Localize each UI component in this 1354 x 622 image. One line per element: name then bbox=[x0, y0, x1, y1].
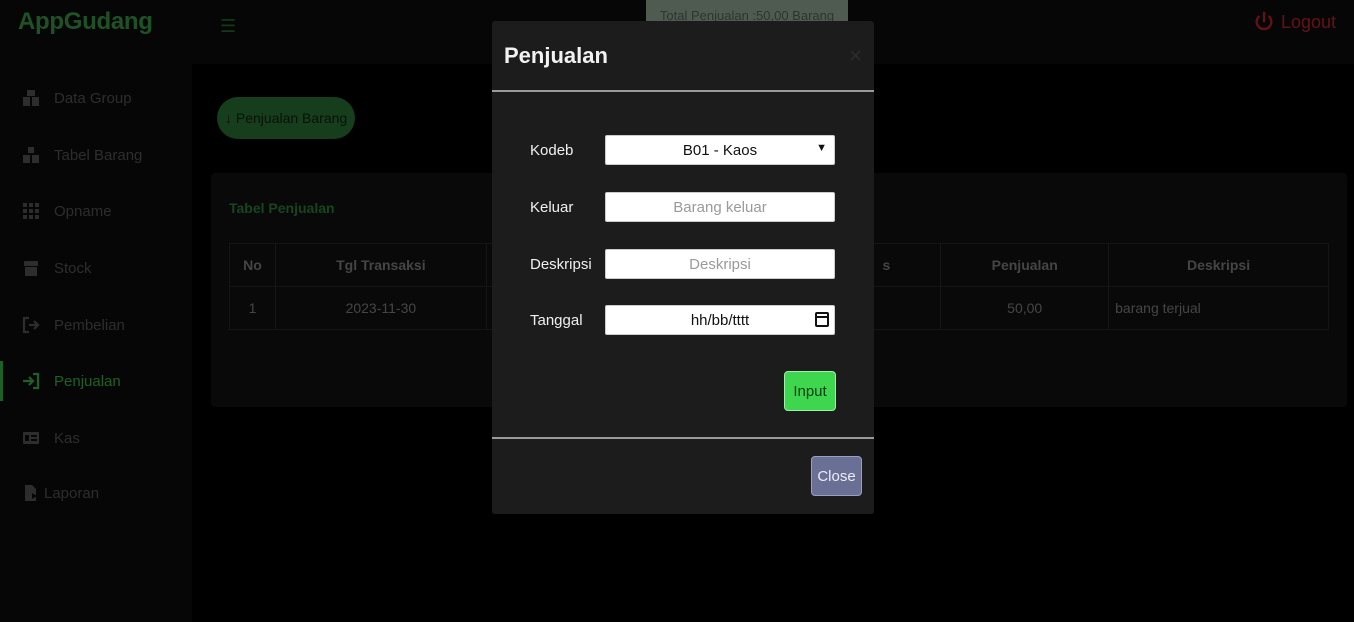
tanggal-label: Tanggal bbox=[530, 312, 583, 329]
modal-title: Penjualan bbox=[504, 43, 608, 68]
modal-header-divider bbox=[492, 90, 874, 92]
tanggal-date-input[interactable]: hh/bb/tttt bbox=[605, 305, 835, 335]
keluar-label: Keluar bbox=[530, 199, 574, 216]
deskripsi-label: Deskripsi bbox=[530, 256, 592, 273]
deskripsi-placeholder: Deskripsi bbox=[689, 255, 751, 273]
close-icon[interactable]: × bbox=[849, 43, 862, 69]
deskripsi-input[interactable]: Deskripsi bbox=[605, 249, 835, 279]
calendar-icon[interactable] bbox=[815, 312, 829, 327]
penjualan-modal: Penjualan × Kodeb B01 - Kaos ▼ Keluar Ba… bbox=[492, 21, 874, 514]
chevron-down-icon: ▼ bbox=[816, 142, 827, 154]
tanggal-value: hh/bb/tttt bbox=[690, 311, 750, 329]
kodeb-label: Kodeb bbox=[530, 142, 574, 159]
keluar-placeholder: Barang keluar bbox=[673, 198, 767, 216]
kodeb-select[interactable]: B01 - Kaos ▼ bbox=[605, 135, 835, 165]
input-button[interactable]: Input bbox=[784, 371, 836, 411]
close-button[interactable]: Close bbox=[811, 456, 862, 496]
modal-footer-divider bbox=[492, 437, 874, 439]
kodeb-selected-value: B01 - Kaos bbox=[682, 141, 758, 159]
keluar-input[interactable]: Barang keluar bbox=[605, 192, 835, 222]
